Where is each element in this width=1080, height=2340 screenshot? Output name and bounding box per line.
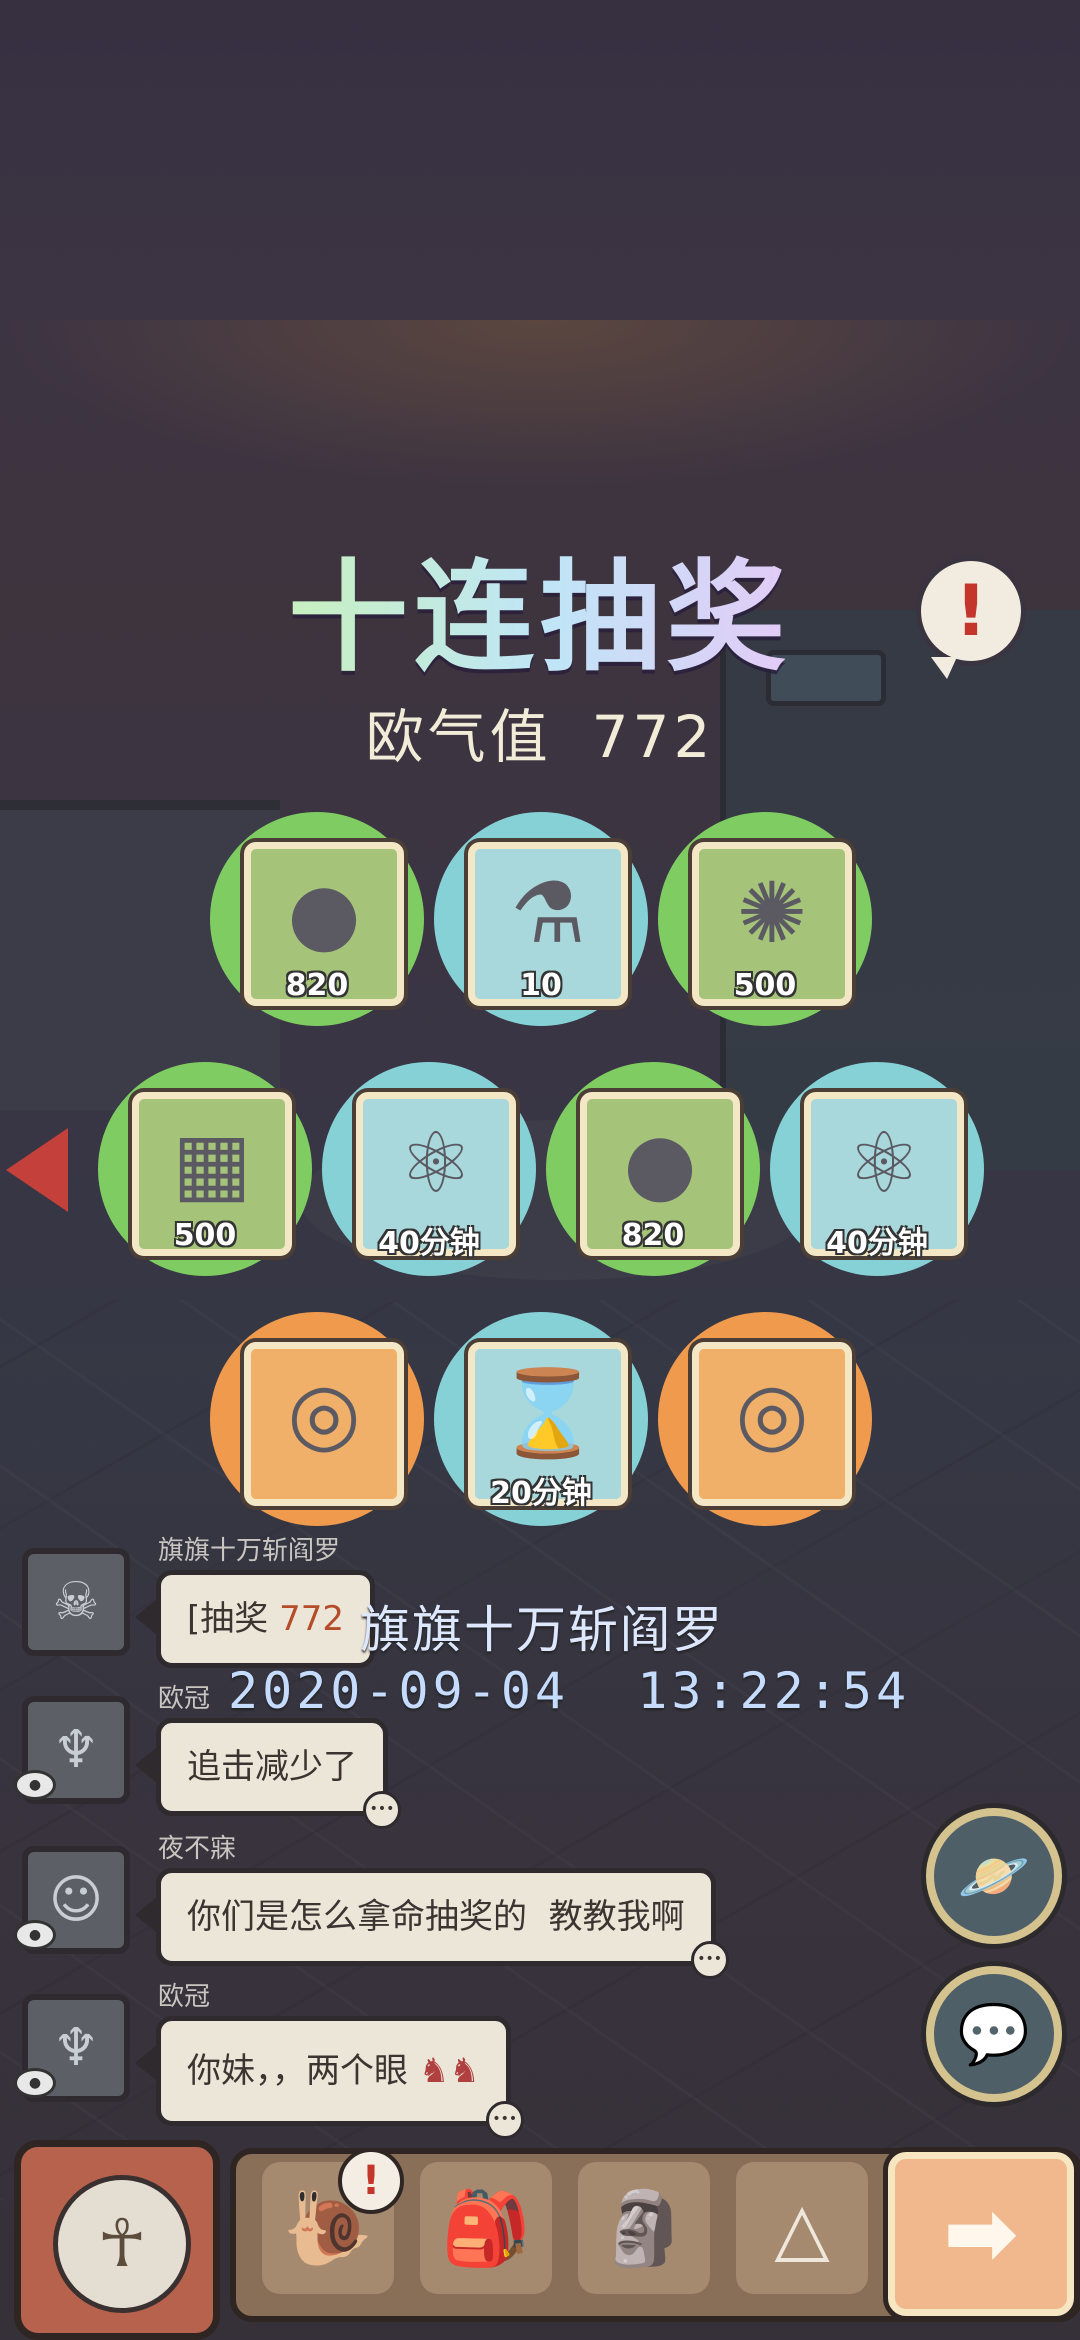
chat-username: 旗旗十万斩阎罗	[158, 1536, 341, 1566]
eye-icon: ●	[14, 2068, 56, 2098]
pyramid-eye-icon: △	[774, 2186, 830, 2270]
cell-virus-icon: ✺	[736, 864, 808, 962]
chat-bubble-icon: 💬	[957, 2000, 1031, 2068]
prize-quantity: 20分钟	[490, 1476, 592, 1511]
ring-icon: ◎	[287, 1364, 361, 1462]
tadpole-icon: ●	[287, 864, 361, 962]
prize-quantity: 10	[520, 968, 562, 1003]
prize-item[interactable]: ● 820	[546, 1062, 760, 1276]
prize-item[interactable]: ⚗ 10	[434, 812, 648, 1026]
more-dots-icon: •••	[363, 1791, 401, 1829]
prize-item[interactable]: ◎	[210, 1312, 424, 1526]
prize-item[interactable]: ⚛ 40分钟	[322, 1062, 536, 1276]
prize-card: ◎	[692, 1342, 852, 1506]
chat-text: 追击减少了	[187, 1747, 357, 1787]
prize-card: ◎	[244, 1342, 404, 1506]
prize-item[interactable]: ⌛ 20分钟	[434, 1312, 648, 1526]
pyramid-button[interactable]: △	[736, 2162, 868, 2294]
chat-text: 你们是怎么拿命抽奖的 教教我啊	[187, 1897, 685, 1937]
chat-username: 欧冠	[158, 1982, 211, 2012]
chat-text: 你妹，，两个眼	[187, 2051, 408, 2091]
luck-value: 772	[591, 703, 715, 771]
bust-statue-icon: 🗿	[599, 2186, 689, 2270]
prize-quantity: 40分钟	[378, 1226, 480, 1261]
left-arrow-icon[interactable]	[6, 1128, 68, 1212]
pharaoh-icon: ☥	[53, 2175, 191, 2313]
prize-item[interactable]: ● 820	[210, 812, 424, 1026]
eye-icon: ●	[14, 1770, 56, 1800]
lab-flask-icon: ⚛	[846, 1114, 922, 1212]
prize-quantity: 820	[621, 1218, 685, 1253]
prize-item[interactable]: ⚛ 40分钟	[770, 1062, 984, 1276]
alert-icon[interactable]: !	[916, 556, 1026, 679]
chat-username: 夜不寐	[158, 1834, 237, 1864]
notification-badge: !	[338, 2148, 404, 2214]
map-scroll-icon: ▦	[172, 1114, 252, 1212]
chat-bubble[interactable]: 你们是怎么拿命抽奖的 教教我啊 •••	[135, 1868, 729, 1979]
hourglass-icon: ⌛	[495, 1364, 601, 1462]
ring-icon: ◎	[735, 1364, 809, 1462]
chat-text: [抽奖	[187, 1599, 280, 1639]
statue-button[interactable]: 🗿	[578, 2162, 710, 2294]
chat-bubble[interactable]: [抽奖 772	[135, 1570, 375, 1668]
overlay-timestamp: 2020-09-04 13:22:54	[228, 1662, 911, 1720]
eye-icon: ●	[14, 1920, 56, 1950]
planet-button[interactable]: 🪐	[926, 1808, 1062, 1944]
next-button[interactable]: ➡	[888, 2152, 1074, 2316]
backpack-button[interactable]: 🎒	[420, 2162, 552, 2294]
chat-message: ☺ ● 夜不寐 你们是怎么拿命抽奖的 教教我啊 •••	[0, 1828, 760, 1979]
chat-draw-value: 772	[279, 1599, 344, 1639]
luck-value-row: 欧气值 772	[0, 690, 1080, 774]
prize-item[interactable]: ▦ 500	[98, 1062, 312, 1276]
prize-quantity: 820	[285, 968, 349, 1003]
prize-quantity: 40分钟	[826, 1226, 928, 1261]
chat-bubble[interactable]: 追击减少了 •••	[135, 1718, 401, 1829]
planet-icon: 🪐	[957, 1842, 1031, 1910]
arrow-right-icon: ➡	[943, 2181, 1019, 2286]
potion-bottle-icon: ⚗	[510, 864, 586, 962]
prize-quantity: 500	[173, 1218, 237, 1253]
character-portrait[interactable]: ☥	[14, 2140, 220, 2340]
prize-quantity: 500	[733, 968, 797, 1003]
overlay-username: 旗旗十万斩阎罗	[360, 1601, 724, 1659]
chat-button[interactable]: 💬	[926, 1966, 1062, 2102]
prize-item[interactable]: ◎	[658, 1312, 872, 1526]
more-dots-icon: •••	[485, 2101, 524, 2139]
chat-message: ♆ ● 欧冠 你妹，，两个眼 ♞♞ •••	[0, 1976, 760, 2139]
dragon-emoji-icon: ♞♞	[418, 2051, 480, 2091]
luck-label: 欧气值	[365, 703, 552, 771]
skull-mask-icon[interactable]: ☠	[22, 1548, 130, 1656]
prize-item[interactable]: ✺ 500	[658, 812, 872, 1026]
tadpole-icon: ●	[623, 1114, 697, 1212]
lab-flask-icon: ⚛	[398, 1114, 474, 1212]
more-dots-icon: •••	[690, 1941, 729, 1979]
backpack-icon: 🎒	[441, 2186, 531, 2270]
chat-username: 欧冠	[158, 1684, 211, 1714]
chat-bubble[interactable]: 你妹，，两个眼 ♞♞ •••	[135, 2016, 524, 2139]
